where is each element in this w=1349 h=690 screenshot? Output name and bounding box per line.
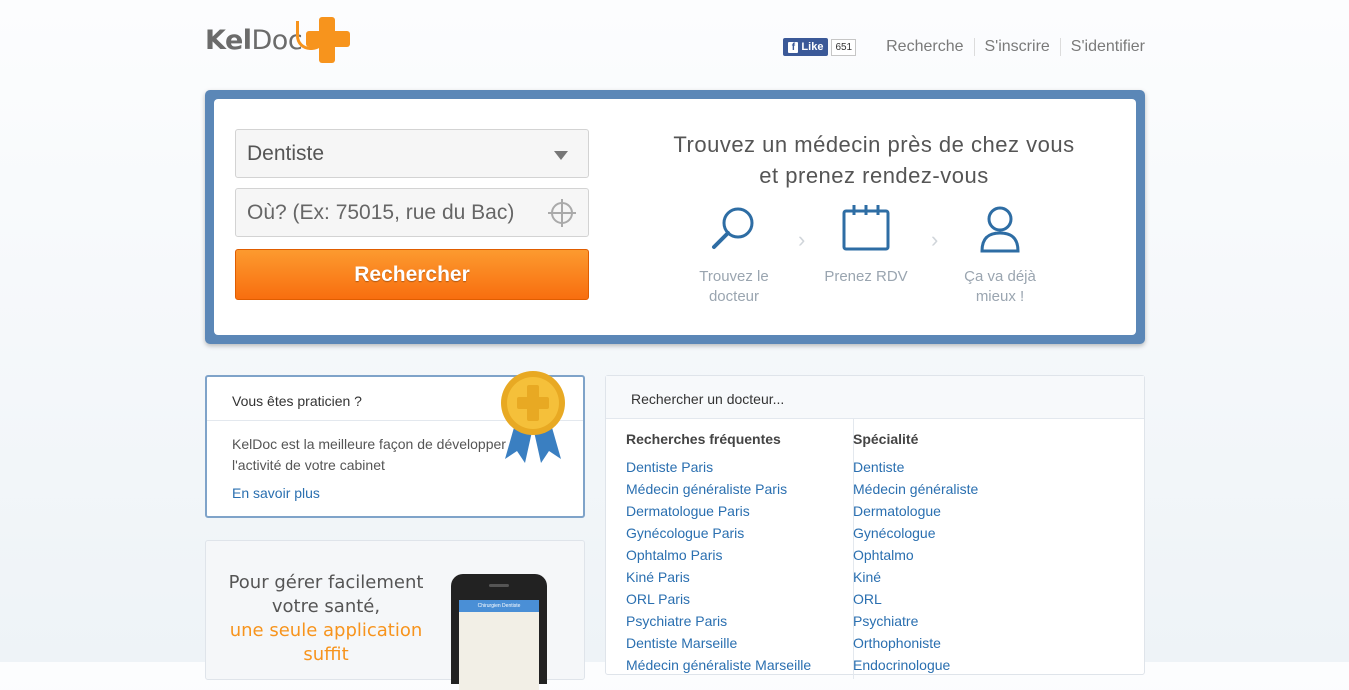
frequent-search-link[interactable]: Dentiste Paris [626,456,853,478]
app-promo: Pour gérer facilement votre santé, une s… [205,540,585,690]
facebook-like-label: Like [801,41,824,53]
user-icon [950,201,1050,261]
specialty-link[interactable]: Ophtalmo [853,544,1080,566]
step-better-label: Ça va déjà mieux ! [964,268,1036,305]
search-hero-panel: Dentiste Où? (Ex: 75015, rue du Bac) Rec… [214,99,1136,335]
hero-tagline: Trouvez un médecin près de chez vous et … [624,129,1124,191]
calendar-icon [816,201,916,261]
learn-more-link[interactable]: En savoir plus [232,483,558,504]
specialty-heading: Spécialité [853,431,919,447]
step-book: Prenez RDV [816,201,916,287]
nav-sinscrire[interactable]: S'inscrire [973,38,1060,56]
chevron-right-icon: › [931,227,939,252]
award-medal-icon [497,367,569,467]
doctor-search-title: Rechercher un docteur... [606,376,1144,419]
hero-tagline-line2: et prenez rendez-vous [759,163,989,188]
nav-sidentifier[interactable]: S'identifier [1059,38,1145,56]
step-book-label: Prenez RDV [824,268,908,285]
logo-text-light: Doc [251,24,303,56]
step-find: Trouvez le docteur [684,201,784,307]
doctor-search-box: Rechercher un docteur... Recherches fréq… [605,375,1145,679]
specialty-link[interactable]: Psychiatre [853,610,1080,632]
nav-recherche[interactable]: Recherche [876,38,973,56]
top-nav: f Like 651 Recherche S'inscrire S'identif… [783,36,1145,58]
step-find-label: Trouvez le docteur [699,268,769,305]
logo[interactable]: KelDoc [205,14,351,66]
search-hero: Dentiste Où? (Ex: 75015, rue du Bac) Rec… [205,90,1145,344]
logo-text-bold: Kel [205,24,252,56]
specialty-link[interactable]: Kiné [853,566,1080,588]
frequent-search-link[interactable]: Ophtalmo Paris [626,544,853,566]
specialty-select-value: Dentiste [247,141,325,165]
app-promo-line2: votre santé, [271,596,381,617]
specialty-link[interactable]: Dentiste [853,456,1080,478]
location-input[interactable]: Où? (Ex: 75015, rue du Bac) [235,188,589,237]
how-it-works-steps: Trouvez le docteur › Prenez RDV › Ça va … [684,201,1044,321]
frequent-search-link[interactable]: ORL Paris [626,588,853,610]
chevron-right-icon: › [798,227,806,252]
specialty-column: Spécialité Dentiste Médecin généraliste … [833,419,1080,676]
frequent-search-link[interactable]: Kiné Paris [626,566,853,588]
facebook-like-widget: f Like 651 [783,38,857,56]
chevron-down-icon [554,151,568,160]
practitioner-box: Vous êtes praticien ? KelDoc est la meil… [205,371,585,518]
frequent-searches-column: Recherches fréquentes Dentiste Paris Méd… [606,419,854,679]
geolocate-icon[interactable] [548,199,576,227]
specialty-link[interactable]: Orthophoniste [853,632,1080,654]
app-promo-text: Pour gérer facilement votre santé, une s… [226,571,426,667]
frequent-search-link[interactable]: Psychiatre Paris [626,610,853,632]
facebook-like-button[interactable]: f Like [783,38,829,56]
facebook-icon: f [788,41,799,53]
search-button[interactable]: Rechercher [235,249,589,300]
facebook-like-count: 651 [831,38,857,56]
frequent-search-link[interactable]: Dermatologue Paris [626,500,853,522]
frequent-search-link[interactable]: Médecin généraliste Paris [626,478,853,500]
phone-image: Chirurgien Dentiste [451,574,547,690]
location-input-placeholder: Où? (Ex: 75015, rue du Bac) [247,200,515,224]
specialty-link[interactable]: ORL [853,588,1080,610]
specialty-select[interactable]: Dentiste [235,129,589,178]
magnifier-icon [684,201,784,261]
specialty-link[interactable]: Endocrinologue [853,654,1080,676]
phone-screen-bar: Chirurgien Dentiste [459,600,539,612]
specialty-link[interactable]: Dermatologue [853,500,1080,522]
logo-text: KelDoc [205,24,303,56]
frequent-searches-heading: Recherches fréquentes [626,431,781,447]
app-promo-line1: Pour gérer facilement [228,572,424,593]
specialty-link[interactable]: Gynécologue [853,522,1080,544]
medical-cross-icon [296,15,351,65]
specialty-link[interactable]: Médecin généraliste [853,478,1080,500]
frequent-search-link[interactable]: Dentiste Marseille [626,632,853,654]
step-better: Ça va déjà mieux ! [950,201,1050,307]
page-container: KelDoc f Like 651 Recherche S'inscrire S'… [205,0,1145,690]
hero-tagline-line1: Trouvez un médecin près de chez vous [673,132,1075,157]
app-promo-highlight1: une seule application [229,620,423,641]
app-promo-highlight2: suffit [303,644,349,665]
frequent-search-link[interactable]: Gynécologue Paris [626,522,853,544]
frequent-search-link[interactable]: Médecin généraliste Marseille [626,654,853,676]
